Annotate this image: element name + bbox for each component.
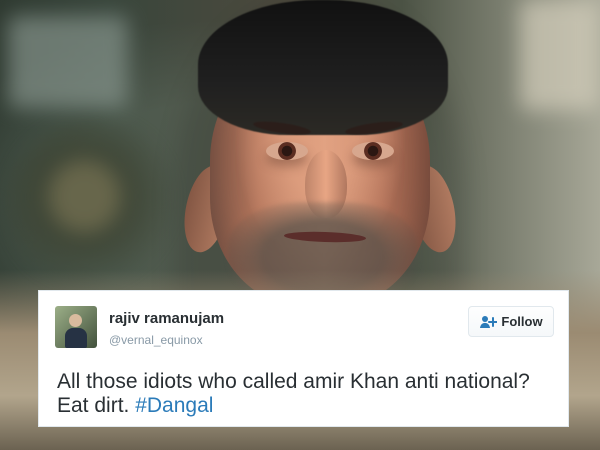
screenshot-scene: rajiv ramanujam @vernal_equinox Follow A… <box>0 0 600 450</box>
person-hair <box>198 0 448 135</box>
tweet-body-text: All those idiots who called amir Khan an… <box>57 370 530 417</box>
tweet-text: All those idiots who called amir Khan an… <box>57 370 547 418</box>
avatar-head <box>69 314 82 327</box>
user-display-name[interactable]: rajiv ramanujam <box>109 310 224 327</box>
hashtag-link[interactable]: #Dangal <box>135 394 213 417</box>
background-window <box>520 0 600 110</box>
left-eye <box>266 142 308 160</box>
user-handle[interactable]: @vernal_equinox <box>109 333 203 347</box>
follow-button[interactable]: Follow <box>468 306 554 337</box>
avatar[interactable] <box>55 306 97 348</box>
follow-button-label: Follow <box>501 314 543 329</box>
avatar-body <box>65 328 87 348</box>
right-eye <box>352 142 394 160</box>
follow-user-icon <box>480 315 498 328</box>
background-window <box>8 16 128 108</box>
background-plant <box>8 120 178 290</box>
tweet-card: rajiv ramanujam @vernal_equinox Follow A… <box>38 290 569 427</box>
